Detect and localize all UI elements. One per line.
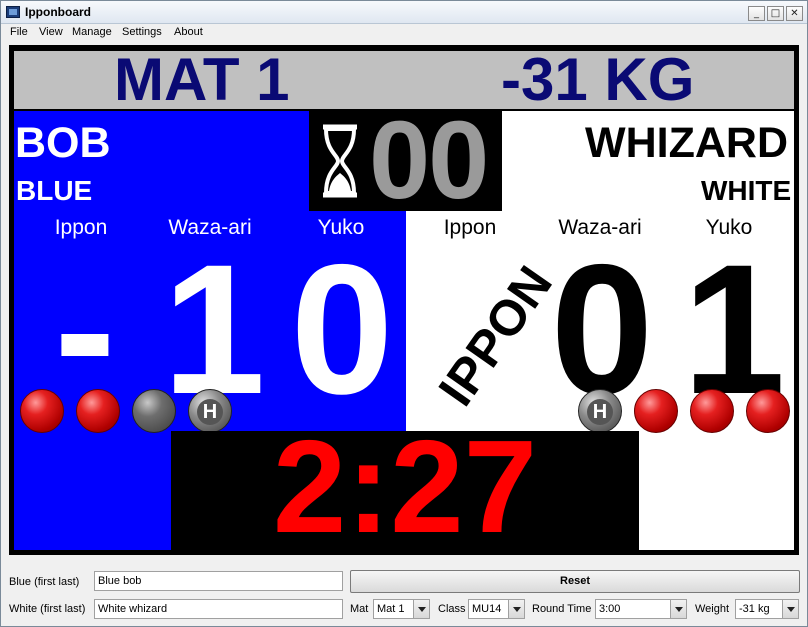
white-shido-3-icon[interactable] [746, 389, 790, 433]
scoreboard: MAT 1 -31 KG BOB BLUE Ippon Waza-ari Yuk… [9, 45, 799, 557]
white-ippon-label: Ippon [443, 216, 497, 239]
close-icon[interactable]: ✕ [786, 6, 803, 21]
white-fighter-name: WHIZARD [585, 119, 789, 167]
menu-file[interactable]: File [10, 26, 28, 38]
blue-shido-1-icon[interactable] [20, 389, 64, 433]
chevron-down-icon[interactable] [670, 600, 686, 618]
mat-select[interactable]: Mat 1 [373, 599, 430, 619]
weight-select[interactable]: -31 kg [735, 599, 799, 619]
blue-color-label: BLUE [16, 175, 93, 206]
menu-bar: File View Manage Settings About [1, 24, 807, 43]
blue-name-input[interactable]: Blue bob [94, 571, 343, 591]
menu-about[interactable]: About [174, 26, 203, 38]
mat-label: Mat [350, 603, 369, 615]
minimize-icon[interactable]: _ [748, 6, 765, 21]
white-color-label: WHITE [701, 175, 792, 206]
weight-label: Weight [695, 603, 730, 615]
blue-yuko-score[interactable]: 0 [277, 238, 407, 423]
class-label: Class [438, 603, 466, 615]
white-name-input[interactable]: White whizard [94, 599, 343, 619]
hourglass-icon [323, 124, 357, 198]
mat-title: MAT 1 [114, 46, 290, 113]
weight-class-title: -31 KG [501, 46, 695, 113]
class-select[interactable]: MU14 [468, 599, 525, 619]
osaekomi-time: 00 [369, 99, 489, 222]
white-shido-2-icon[interactable] [690, 389, 734, 433]
blue-fighter-name: BOB [15, 119, 111, 167]
menu-view[interactable]: View [39, 26, 63, 38]
chevron-down-icon[interactable] [508, 600, 524, 618]
blue-shido-2-icon[interactable] [76, 389, 120, 433]
blue-name-label: Blue (first last) [9, 576, 80, 588]
round-time-label: Round Time [532, 603, 592, 615]
ipponboard-window: Ipponboard _ □ ✕ File View Manage Settin… [0, 0, 808, 627]
chevron-down-icon[interactable] [413, 600, 429, 618]
menu-manage[interactable]: Manage [72, 26, 112, 38]
osaekomi-timer[interactable]: 00 [309, 105, 502, 217]
white-shido-1-icon[interactable] [634, 389, 678, 433]
window-title: Ipponboard [25, 5, 91, 19]
white-name-label: White (first last) [9, 603, 86, 615]
maximize-icon[interactable]: □ [767, 6, 784, 21]
round-time-select-value: 3:00 [599, 603, 621, 615]
chevron-down-icon[interactable] [782, 600, 798, 618]
main-clock-time: 2:27 [272, 413, 538, 560]
main-clock[interactable]: 2:27 [171, 417, 639, 557]
class-select-value: MU14 [472, 603, 502, 615]
weight-select-value: -31 kg [739, 603, 770, 615]
blue-shido-3-icon[interactable] [132, 389, 176, 433]
app-icon [6, 6, 20, 18]
title-bar: Ipponboard _ □ ✕ [1, 1, 807, 24]
mat-select-value: Mat 1 [377, 603, 405, 615]
menu-settings[interactable]: Settings [122, 26, 162, 38]
round-time-select[interactable]: 3:00 [595, 599, 687, 619]
reset-button[interactable]: Reset [350, 570, 800, 593]
